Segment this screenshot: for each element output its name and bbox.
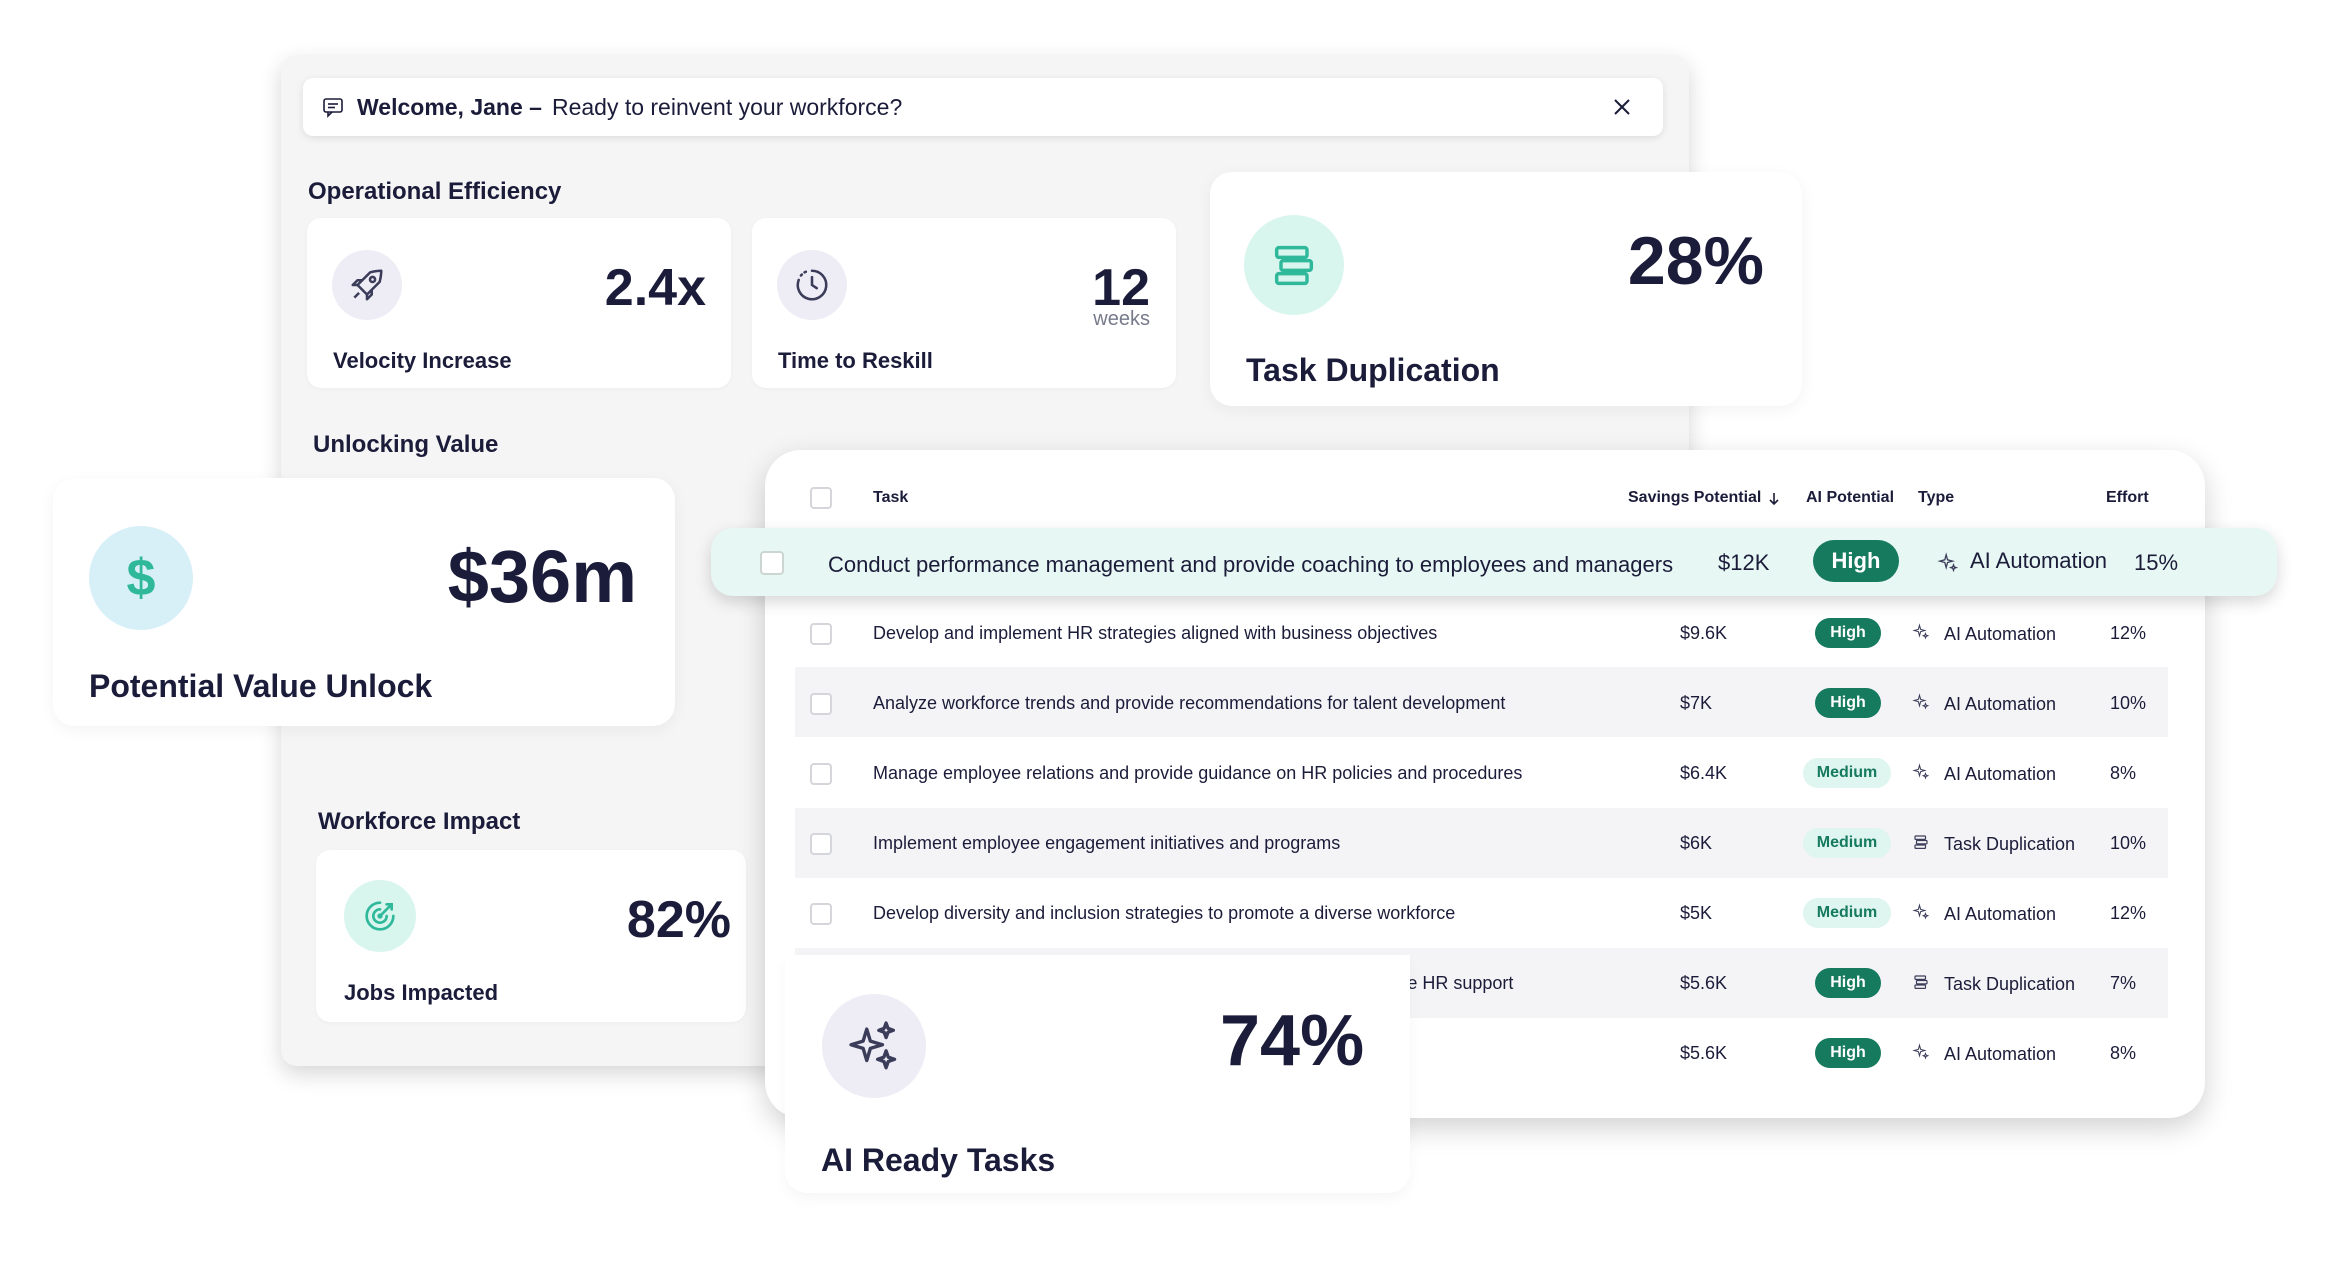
sparkle-icon: [1912, 903, 1930, 920]
velocity-card: 2.4x Velocity Increase: [307, 218, 731, 388]
chat-icon: [323, 98, 343, 118]
task-cell: Develop and implement HR strategies alig…: [873, 623, 1438, 643]
task-cell: Develop diversity and inclusion strategi…: [873, 903, 1456, 923]
velocity-value: 2.4x: [604, 259, 706, 317]
ai-ready-value: 74%: [1220, 1001, 1365, 1081]
welcome-message: Ready to reinvent your workforce?: [551, 93, 903, 120]
savings-cell: $5K: [1680, 903, 1713, 923]
savings-cell: $12K: [1718, 550, 1770, 575]
row-checkbox[interactable]: [810, 903, 832, 925]
sparkle-icon: [1912, 623, 1930, 640]
row-checkbox[interactable]: [810, 623, 832, 645]
row-checkbox[interactable]: [810, 763, 832, 785]
header-effort[interactable]: Effort: [2106, 489, 2149, 507]
welcome-greeting: Welcome, Jane –: [357, 93, 542, 120]
sort-down-icon[interactable]: [1767, 491, 1781, 507]
task-duplication-value: 28%: [1627, 223, 1764, 299]
target-icon: [344, 880, 416, 952]
savings-cell: $5.6K: [1680, 973, 1728, 993]
savings-cell: $6.4K: [1680, 763, 1728, 783]
type-cell: Task Duplication: [1944, 974, 2076, 994]
header-task[interactable]: Task: [873, 489, 908, 507]
task-cell: Implement employee engagement initiative…: [873, 833, 1341, 853]
type-cell: AI Automation: [1944, 1044, 2057, 1064]
savings-cell: $5.6K: [1680, 1043, 1728, 1063]
ai-potential-badge: High: [1815, 618, 1881, 648]
select-all-checkbox[interactable]: [810, 487, 832, 509]
header-ai-potential[interactable]: AI Potential: [1806, 489, 1894, 507]
effort-cell: 10%: [2110, 833, 2147, 853]
ai-potential-badge: High: [1813, 540, 1899, 582]
operational-efficiency-title: Operational Efficiency: [308, 178, 562, 205]
header-savings-potential[interactable]: Savings Potential: [1628, 489, 1761, 507]
effort-cell: 15%: [2134, 550, 2179, 575]
ai-ready-label: AI Ready Tasks: [821, 1142, 1056, 1178]
layers-icon: [1914, 975, 1928, 989]
task-duplication-card: 28% Task Duplication: [1210, 172, 1802, 406]
row-checkbox[interactable]: [760, 551, 784, 575]
task-cell: Conduct performance management and provi…: [828, 552, 1674, 577]
effort-cell: 8%: [2110, 763, 2137, 783]
task-cell: Manage employee relations and provide gu…: [873, 763, 1523, 783]
type-cell: AI Automation: [1944, 694, 2057, 714]
row-checkbox[interactable]: [810, 833, 832, 855]
header-type[interactable]: Type: [1918, 489, 1954, 507]
sparkle-icon: [1912, 693, 1930, 710]
welcome-banner: Welcome, Jane – Ready to reinvent your w…: [303, 78, 1663, 136]
savings-cell: $7K: [1680, 693, 1713, 713]
effort-cell: 12%: [2110, 623, 2147, 643]
type-cell: AI Automation: [1944, 624, 2057, 644]
ai-potential-badge: High: [1815, 688, 1881, 718]
ai-potential-badge: Medium: [1803, 898, 1891, 928]
effort-cell: 7%: [2110, 973, 2137, 993]
velocity-label: Velocity Increase: [333, 348, 512, 373]
layers-icon: [1914, 835, 1928, 849]
sparkle-icon: [1912, 1043, 1930, 1060]
row-checkbox[interactable]: [810, 693, 832, 715]
unlocking-value-title: Unlocking Value: [313, 431, 499, 458]
reskill-card: 12 weeks Time to Reskill: [752, 218, 1176, 388]
savings-cell: $9.6K: [1680, 623, 1728, 643]
workforce-impact-title: Workforce Impact: [318, 808, 521, 835]
close-icon[interactable]: [1607, 92, 1637, 122]
type-cell: Task Duplication: [1944, 834, 2076, 854]
potential-value-label: Potential Value Unlock: [89, 668, 433, 704]
dollar-icon: $: [89, 526, 193, 630]
reskill-label: Time to Reskill: [778, 348, 933, 373]
effort-cell: 12%: [2110, 903, 2147, 923]
savings-cell: $6K: [1680, 833, 1713, 853]
sparkle-icon: [1937, 552, 1959, 573]
ai-potential-badge: High: [1815, 1038, 1881, 1068]
reskill-unit: weeks: [1093, 308, 1150, 330]
rocket-icon: [332, 250, 402, 320]
ai-potential-badge: Medium: [1803, 758, 1891, 788]
task-duplication-label: Task Duplication: [1246, 352, 1500, 388]
effort-cell: 8%: [2110, 1043, 2137, 1063]
sparkle-icon: [1912, 763, 1930, 780]
ai-potential-badge: High: [1815, 968, 1881, 998]
potential-value-card: $ $36m Potential Value Unlock: [53, 478, 675, 726]
workforce-card: 82% Jobs Impacted: [316, 850, 746, 1022]
ai-potential-badge: Medium: [1803, 828, 1891, 858]
type-cell: AI Automation: [1970, 548, 2107, 573]
clock-icon: [777, 250, 847, 320]
task-cell: Analyze workforce trends and provide rec…: [873, 693, 1506, 713]
potential-value-amount: $36m: [447, 535, 637, 618]
type-cell: AI Automation: [1944, 764, 2057, 784]
workforce-label: Jobs Impacted: [344, 980, 499, 1005]
workforce-value: 82%: [626, 891, 731, 949]
layers-icon: [1244, 215, 1344, 315]
effort-cell: 10%: [2110, 693, 2147, 713]
type-cell: AI Automation: [1944, 904, 2057, 924]
sparkle-icon: [822, 994, 926, 1098]
